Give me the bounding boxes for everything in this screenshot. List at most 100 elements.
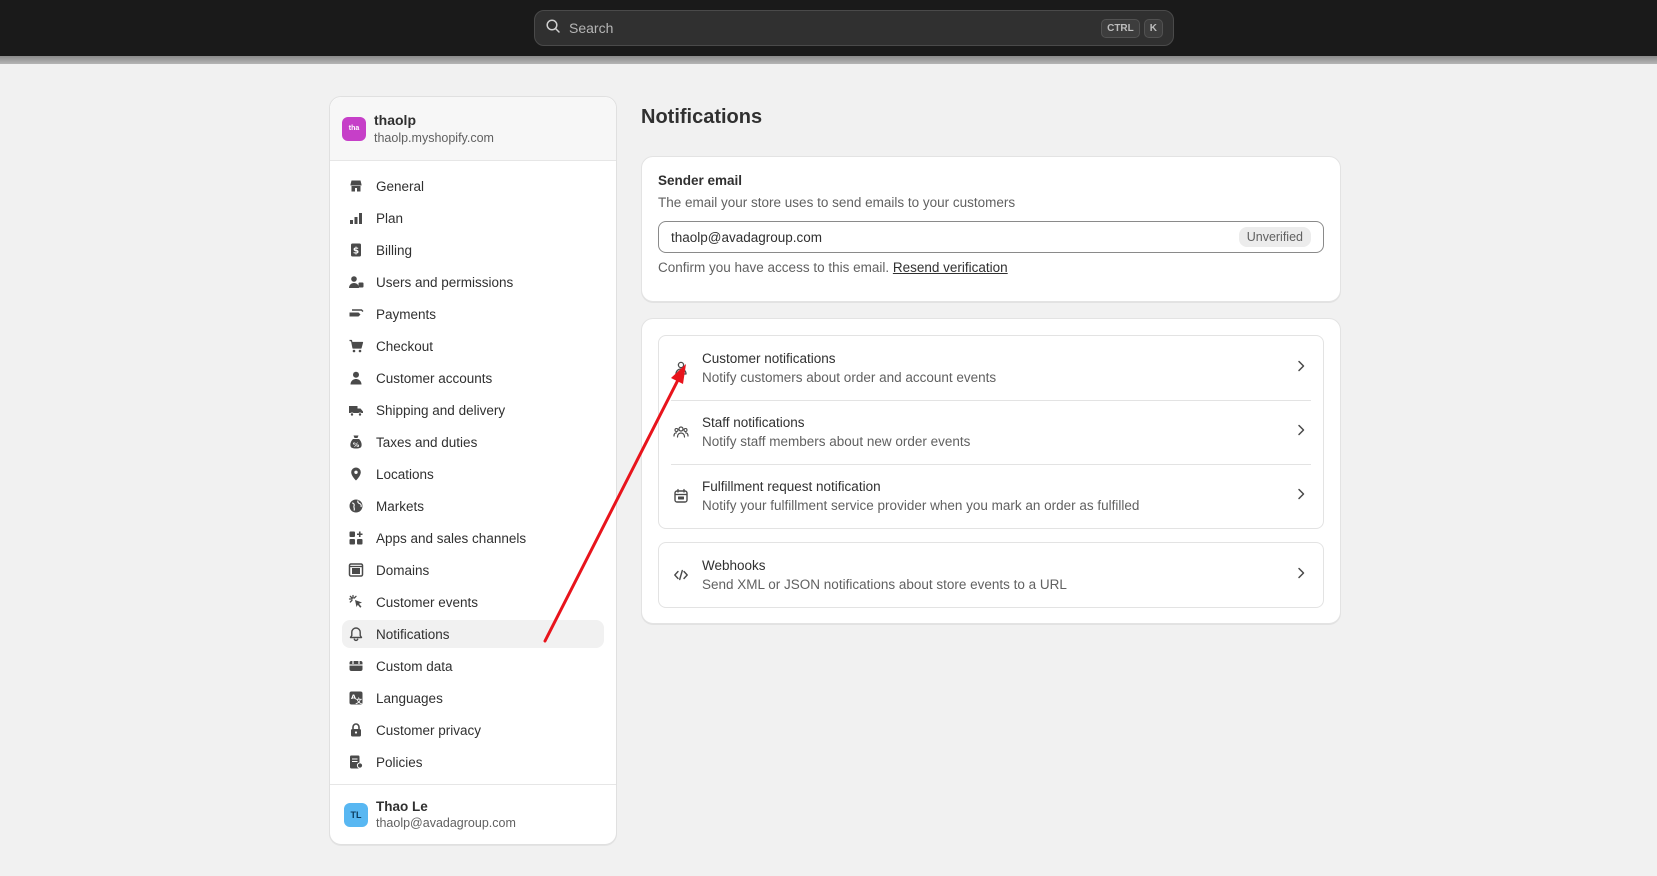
sidebar-item-label: Apps and sales channels	[376, 530, 527, 546]
notification-row-fulfillment[interactable]: Fulfillment request notification Notify y…	[659, 464, 1323, 528]
person-icon	[673, 360, 689, 376]
sidebar-item-domains[interactable]: Domains	[342, 556, 604, 584]
store-name: thaolp	[374, 112, 416, 128]
topbar-divider	[0, 56, 1657, 64]
user-account[interactable]: TL Thao Le thaolp@avadagroup.com	[330, 784, 616, 844]
policies-icon	[348, 754, 364, 770]
webhooks-title: Webhooks	[702, 558, 766, 573]
store-domain: thaolp.myshopify.com	[374, 131, 494, 145]
notification-row-customer[interactable]: Customer notifications Notify customers a…	[659, 336, 1323, 400]
avatar: TL	[344, 802, 368, 827]
sender-email-description: The email your store uses to send emails…	[658, 195, 1016, 210]
sidebar-item-billing[interactable]: $ Billing	[342, 236, 604, 264]
sidebar-item-label: Billing	[376, 242, 413, 258]
sidebar-item-policies[interactable]: Policies	[342, 748, 604, 776]
calendar-box-icon	[673, 488, 689, 504]
webhooks-group: Webhooks Send XML or JSON notifications …	[658, 542, 1324, 608]
apps-icon	[348, 530, 364, 546]
sidebar-item-customer-privacy[interactable]: Customer privacy	[342, 716, 604, 744]
sidebar-item-languages[interactable]: A 文 Languages	[342, 684, 604, 712]
sidebar-item-label: Customer privacy	[376, 722, 482, 738]
webhooks-row[interactable]: Webhooks Send XML or JSON notifications …	[659, 543, 1323, 607]
sidebar-item-customer-events[interactable]: Customer events	[342, 588, 604, 616]
sidebar-item-checkout[interactable]: Checkout	[342, 332, 604, 360]
sidebar-item-label: Markets	[376, 498, 425, 514]
sender-email-field[interactable]: thaolp@avadagroup.com Unverified	[658, 221, 1324, 253]
sidebar-item-taxes-and-duties[interactable]: % Taxes and duties	[342, 428, 604, 456]
lock-icon	[348, 722, 364, 738]
sidebar-item-label: Locations	[376, 466, 434, 482]
sidebar-item-notifications[interactable]: Notifications	[342, 620, 604, 648]
plan-icon	[348, 210, 364, 226]
person-icon	[348, 370, 364, 386]
svg-text:$: $	[353, 247, 359, 257]
notification-row-description: Notify customers about order and account…	[702, 370, 997, 385]
search-icon	[545, 18, 561, 39]
sender-email-card: Sender email The email your store uses t…	[641, 156, 1341, 302]
notification-row-title: Staff notifications	[702, 415, 805, 430]
sidebar-item-label: Notifications	[376, 626, 450, 642]
svg-text:文: 文	[355, 696, 363, 705]
sidebar-item-locations[interactable]: Locations	[342, 460, 604, 488]
language-icon: A文	[348, 690, 364, 706]
chevron-right-icon	[1293, 486, 1309, 507]
sidebar-item-label: Customer accounts	[376, 370, 493, 386]
notification-row-staff[interactable]: Staff notifications Notify staff members …	[659, 400, 1323, 464]
resend-verification-link[interactable]: Resend verification	[893, 260, 1008, 275]
cursor-click-icon	[348, 594, 364, 610]
chevron-right-icon	[1293, 422, 1309, 443]
sidebar-item-customer-accounts[interactable]: Customer accounts	[342, 364, 604, 392]
store-switcher[interactable]: tha thaolp thaolp.myshopify.com	[330, 97, 616, 161]
notification-row-description: Notify staff members about new order eve…	[702, 434, 971, 449]
chevron-right-icon	[1293, 565, 1309, 586]
bell-icon	[348, 626, 364, 642]
domains-icon	[348, 562, 364, 578]
sidebar-item-payments[interactable]: Payments	[342, 300, 604, 328]
settings-sidebar: tha thaolp thaolp.myshopify.com General P…	[329, 96, 617, 845]
shortcut-ctrl: CTRL	[1101, 18, 1140, 38]
code-icon	[673, 567, 689, 583]
search-placeholder: Search	[569, 20, 614, 36]
confirm-line: Confirm you have access to this email. R…	[658, 260, 1324, 275]
sidebar-item-label: Users and permissions	[376, 274, 514, 290]
sidebar-item-users-and-permissions[interactable]: Users and permissions	[342, 268, 604, 296]
page-title: Notifications	[641, 106, 763, 128]
top-bar: Search CTRL K	[0, 0, 1657, 56]
sidebar-item-plan[interactable]: Plan	[342, 204, 604, 232]
notifications-card: Customer notifications Notify customers a…	[641, 318, 1341, 624]
cart-icon	[348, 338, 364, 354]
notification-list: Customer notifications Notify customers a…	[658, 335, 1324, 529]
sidebar-item-label: Custom data	[376, 658, 453, 674]
users-icon	[348, 274, 364, 290]
tax-icon: %	[348, 434, 364, 450]
payments-icon	[348, 306, 364, 322]
confirm-text: Confirm you have access to this email.	[658, 260, 890, 275]
settings-nav: General Plan $ Billing Users and permissions…	[330, 161, 616, 776]
sidebar-item-apps-and-sales-channels[interactable]: Apps and sales channels	[342, 524, 604, 552]
sidebar-item-markets[interactable]: Markets	[342, 492, 604, 520]
sidebar-item-label: Checkout	[376, 338, 434, 354]
sidebar-item-label: Shipping and delivery	[376, 402, 506, 418]
notification-row-title: Customer notifications	[702, 351, 836, 366]
user-email: thaolp@avadagroup.com	[376, 816, 516, 830]
sidebar-item-custom-data[interactable]: Custom data	[342, 652, 604, 680]
shortcut-k: K	[1143, 18, 1163, 38]
store-logo: tha	[342, 116, 366, 141]
sidebar-item-general[interactable]: General	[342, 172, 604, 200]
svg-text:%: %	[353, 441, 360, 449]
store-icon	[348, 178, 364, 194]
truck-icon	[348, 402, 364, 418]
chevron-right-icon	[1293, 358, 1309, 379]
sidebar-item-label: General	[376, 178, 425, 194]
sender-email-title: Sender email	[658, 173, 743, 188]
user-name: Thao Le	[376, 799, 428, 814]
sidebar-item-label: Domains	[376, 562, 430, 578]
notification-row-title: Fulfillment request notification	[702, 479, 881, 494]
globe-icon	[348, 498, 364, 514]
search-bar[interactable]: Search CTRL K	[534, 10, 1174, 46]
notification-row-description: Notify your fulfillment service provider…	[702, 498, 1140, 513]
custom-data-icon	[348, 658, 364, 674]
sidebar-item-shipping-and-delivery[interactable]: Shipping and delivery	[342, 396, 604, 424]
status-badge: Unverified	[1238, 227, 1311, 247]
location-icon	[348, 466, 364, 482]
